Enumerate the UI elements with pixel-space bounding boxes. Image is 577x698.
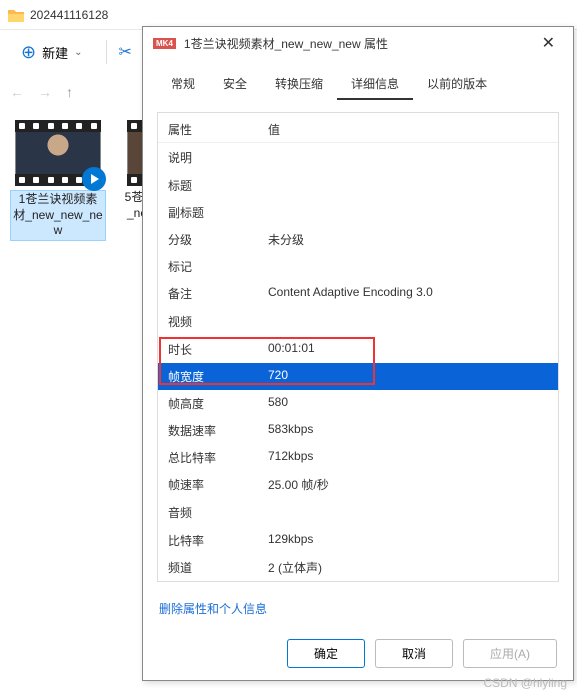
section-audio: 音频 xyxy=(158,498,558,527)
ok-button[interactable]: 确定 xyxy=(287,639,365,668)
prop-row-remark[interactable]: 备注Content Adaptive Encoding 3.0 xyxy=(158,280,558,307)
tab-security[interactable]: 安全 xyxy=(209,69,261,100)
prop-row-sample-rate[interactable]: 音频采样频率44.100 kHz xyxy=(158,581,558,582)
prop-row-frame-height[interactable]: 帧高度580 xyxy=(158,390,558,417)
prop-row-tags[interactable]: 标记 xyxy=(158,253,558,280)
new-button-label: 新建 xyxy=(42,43,68,62)
play-icon xyxy=(82,167,106,191)
nav-forward-icon[interactable]: → xyxy=(38,84,52,100)
tab-previous[interactable]: 以前的版本 xyxy=(413,69,501,100)
prop-row-rating[interactable]: 分级未分级 xyxy=(158,226,558,253)
new-button[interactable]: ⊕ 新建 ⌄ xyxy=(10,37,94,68)
close-icon[interactable]: ✕ xyxy=(534,33,563,53)
prop-row-subtitle[interactable]: 副标题 xyxy=(158,199,558,226)
nav-back-icon[interactable]: ← xyxy=(10,84,24,100)
tab-bar: 常规 安全 转换压缩 详细信息 以前的版本 xyxy=(143,59,573,100)
prop-row-frame-width[interactable]: 帧宽度720 xyxy=(158,363,558,390)
prop-row-total-bitrate[interactable]: 总比特率712kbps xyxy=(158,444,558,471)
prop-row-duration[interactable]: 时长00:01:01 xyxy=(158,336,558,363)
properties-header: 属性 值 xyxy=(158,117,558,143)
section-video: 视频 xyxy=(158,307,558,336)
prop-row-frame-rate[interactable]: 帧速率25.00 帧/秒 xyxy=(158,471,558,498)
tab-details[interactable]: 详细信息 xyxy=(337,69,413,100)
prop-row-title[interactable]: 标题 xyxy=(158,172,558,199)
file-item[interactable]: 1苍兰诀视频素材_new_new_new xyxy=(10,120,106,241)
nav-up-icon[interactable]: ↑ xyxy=(66,84,73,100)
dialog-title: 1苍兰诀视频素材_new_new_new 属性 xyxy=(184,35,526,52)
tab-general[interactable]: 常规 xyxy=(157,69,209,100)
file-label: 1苍兰诀视频素材_new_new_new xyxy=(10,190,106,241)
remove-properties-link[interactable]: 删除属性和个人信息 xyxy=(143,590,573,627)
toolbar-divider xyxy=(106,40,107,64)
scissors-icon[interactable]: ✂ xyxy=(119,42,132,62)
apply-button[interactable]: 应用(A) xyxy=(463,639,557,668)
window-title: 202441116128 xyxy=(30,8,108,22)
cancel-button[interactable]: 取消 xyxy=(375,639,453,668)
watermark: CSDN @hlyling xyxy=(483,676,567,690)
tab-compress[interactable]: 转换压缩 xyxy=(261,69,337,100)
properties-panel[interactable]: 属性 值 说明 标题 副标题 分级未分级 标记 备注Content Adapti… xyxy=(157,112,559,582)
plus-icon: ⊕ xyxy=(21,42,36,63)
prop-row-data-rate[interactable]: 数据速率583kbps xyxy=(158,417,558,444)
video-thumbnail xyxy=(15,120,101,186)
section-description: 说明 xyxy=(158,143,558,172)
file-type-badge: MK4 xyxy=(153,38,176,49)
properties-dialog: MK4 1苍兰诀视频素材_new_new_new 属性 ✕ 常规 安全 转换压缩… xyxy=(142,26,574,681)
folder-icon xyxy=(8,8,24,22)
chevron-down-icon: ⌄ xyxy=(74,47,82,58)
prop-row-bitrate[interactable]: 比特率129kbps xyxy=(158,527,558,554)
prop-row-channel[interactable]: 频道2 (立体声) xyxy=(158,554,558,581)
